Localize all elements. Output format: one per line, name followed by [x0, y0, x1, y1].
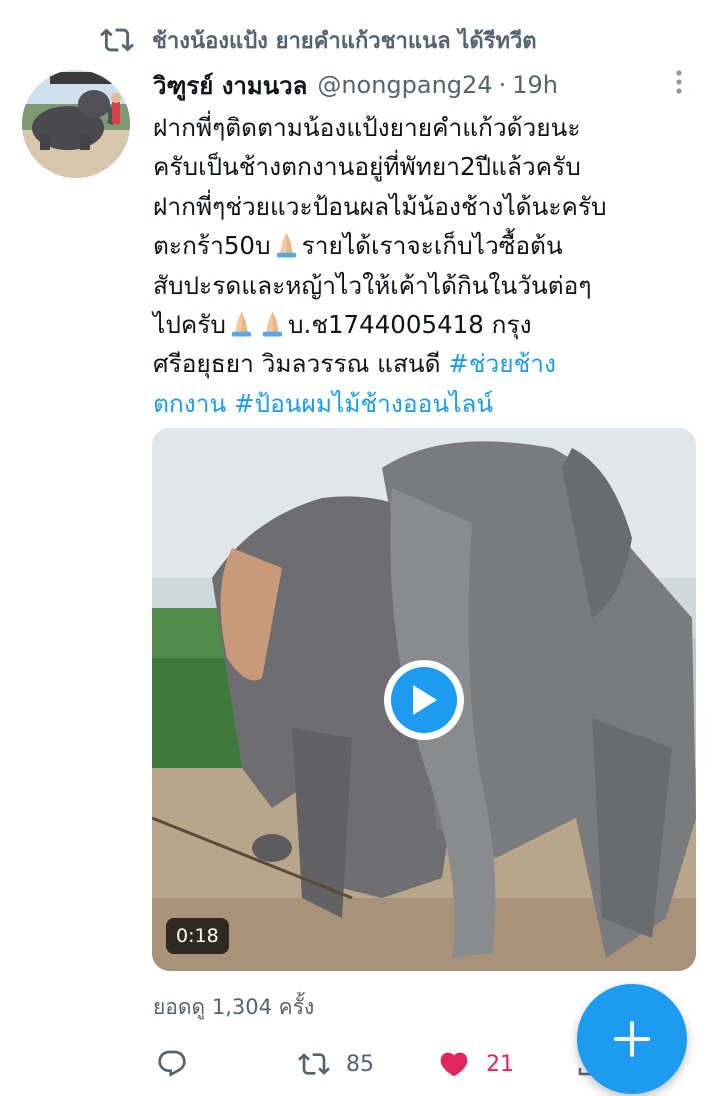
- tweet-text-segment: บ.ช1744005418 กรุง: [287, 310, 532, 340]
- video-duration-badge: 0:18: [166, 918, 229, 954]
- tweet-text: ฝากพี่ๆติดตามน้องแป้งยายคำแก้วด้วยนะ ครั…: [153, 108, 701, 423]
- meta-separator: ·: [498, 71, 507, 99]
- tweet-text-line: ฝากพี่ๆช่วยแวะป้อนผลไม้น้องช้างได้นะครับ: [153, 191, 607, 221]
- tweet-video[interactable]: 0:18: [152, 428, 696, 971]
- tweet-text-line: ตกงาน #ป้อนผมไม้ช้างออนไลน์: [153, 384, 701, 423]
- folded-hands-emoji-icon: [276, 232, 296, 258]
- tweet-text-line: ตะกร้า50บ รายได้เราจะเก็บไวซื้อต้น: [153, 226, 701, 265]
- view-count: ยอดดู 1,304 ครั้ง: [153, 995, 315, 1019]
- retweet-count: 85: [346, 1051, 374, 1077]
- retweet-header[interactable]: ช้างน้องแป้ง ยายคำแก้วชาแนล ได้รีทวีต: [100, 22, 537, 58]
- author-handle[interactable]: @nongpang24: [317, 71, 492, 99]
- tweet-timestamp[interactable]: 19h: [512, 71, 558, 99]
- play-button[interactable]: [384, 660, 464, 740]
- like-count: 21: [486, 1051, 514, 1077]
- like-button[interactable]: 21: [438, 1044, 514, 1084]
- heart-filled-icon: [440, 1052, 468, 1077]
- plus-icon: [614, 1021, 650, 1057]
- folded-hands-emoji-icon: [262, 311, 283, 337]
- tweet-text-line: ไปครับ บ.ช1744005418 กรุง: [153, 305, 701, 344]
- more-options-icon[interactable]: [666, 68, 692, 96]
- tweet-text-segment: ตะกร้า50บ: [153, 231, 271, 261]
- folded-hands-emoji-icon: [231, 311, 252, 337]
- retweet-header-text: ช้างน้องแป้ง ยายคำแก้วชาแนล ได้รีทวีต: [152, 28, 537, 54]
- tweet-text-line: สับปะรดและหญ้าไวให้เค้าได้กินในวันต่อๆ: [153, 270, 592, 300]
- hashtag-link[interactable]: #ป้อนผมไม้ช้างออนไลน์: [234, 389, 493, 418]
- reply-icon: [158, 1050, 186, 1077]
- avatar-image: [22, 70, 130, 178]
- author-display-name[interactable]: วิฑูรย์ งามนวล: [153, 66, 307, 105]
- tweet-text-segment: ศรีอยุธยา วิมลวรรณ แสนดี: [153, 349, 449, 379]
- retweet-button[interactable]: 85: [298, 1044, 374, 1084]
- avatar[interactable]: [22, 70, 130, 178]
- tweet-author-line: วิฑูรย์ งามนวล @nongpang24 · 19h: [153, 68, 558, 102]
- tweet-text-segment: ไปครับ: [153, 310, 226, 340]
- play-icon: [413, 685, 437, 715]
- tweet-text-line: ฝากพี่ๆติดตามน้องแป้งยายคำแก้วด้วยนะ: [153, 113, 581, 142]
- tweet-text-line: ศรีอยุธยา วิมลวรรณ แสนดี #ช่วยช้าง: [153, 344, 701, 383]
- retweet-icon: [100, 28, 134, 52]
- retweet-icon: [298, 1053, 330, 1075]
- reply-button[interactable]: [156, 1044, 204, 1084]
- tweet-text-line: ครับเป็นช้างตกงานอยู่ที่พัทยา2ปีแล้วครับ: [153, 152, 581, 182]
- tweet-text-segment: รายได้เราจะเก็บไวซื้อต้น: [301, 231, 563, 261]
- play-button-inner: [391, 667, 457, 733]
- hashtag-link[interactable]: ตกงาน: [153, 389, 226, 418]
- compose-tweet-button[interactable]: [577, 984, 687, 1094]
- hashtag-link[interactable]: #ช่วยช้าง: [448, 349, 556, 378]
